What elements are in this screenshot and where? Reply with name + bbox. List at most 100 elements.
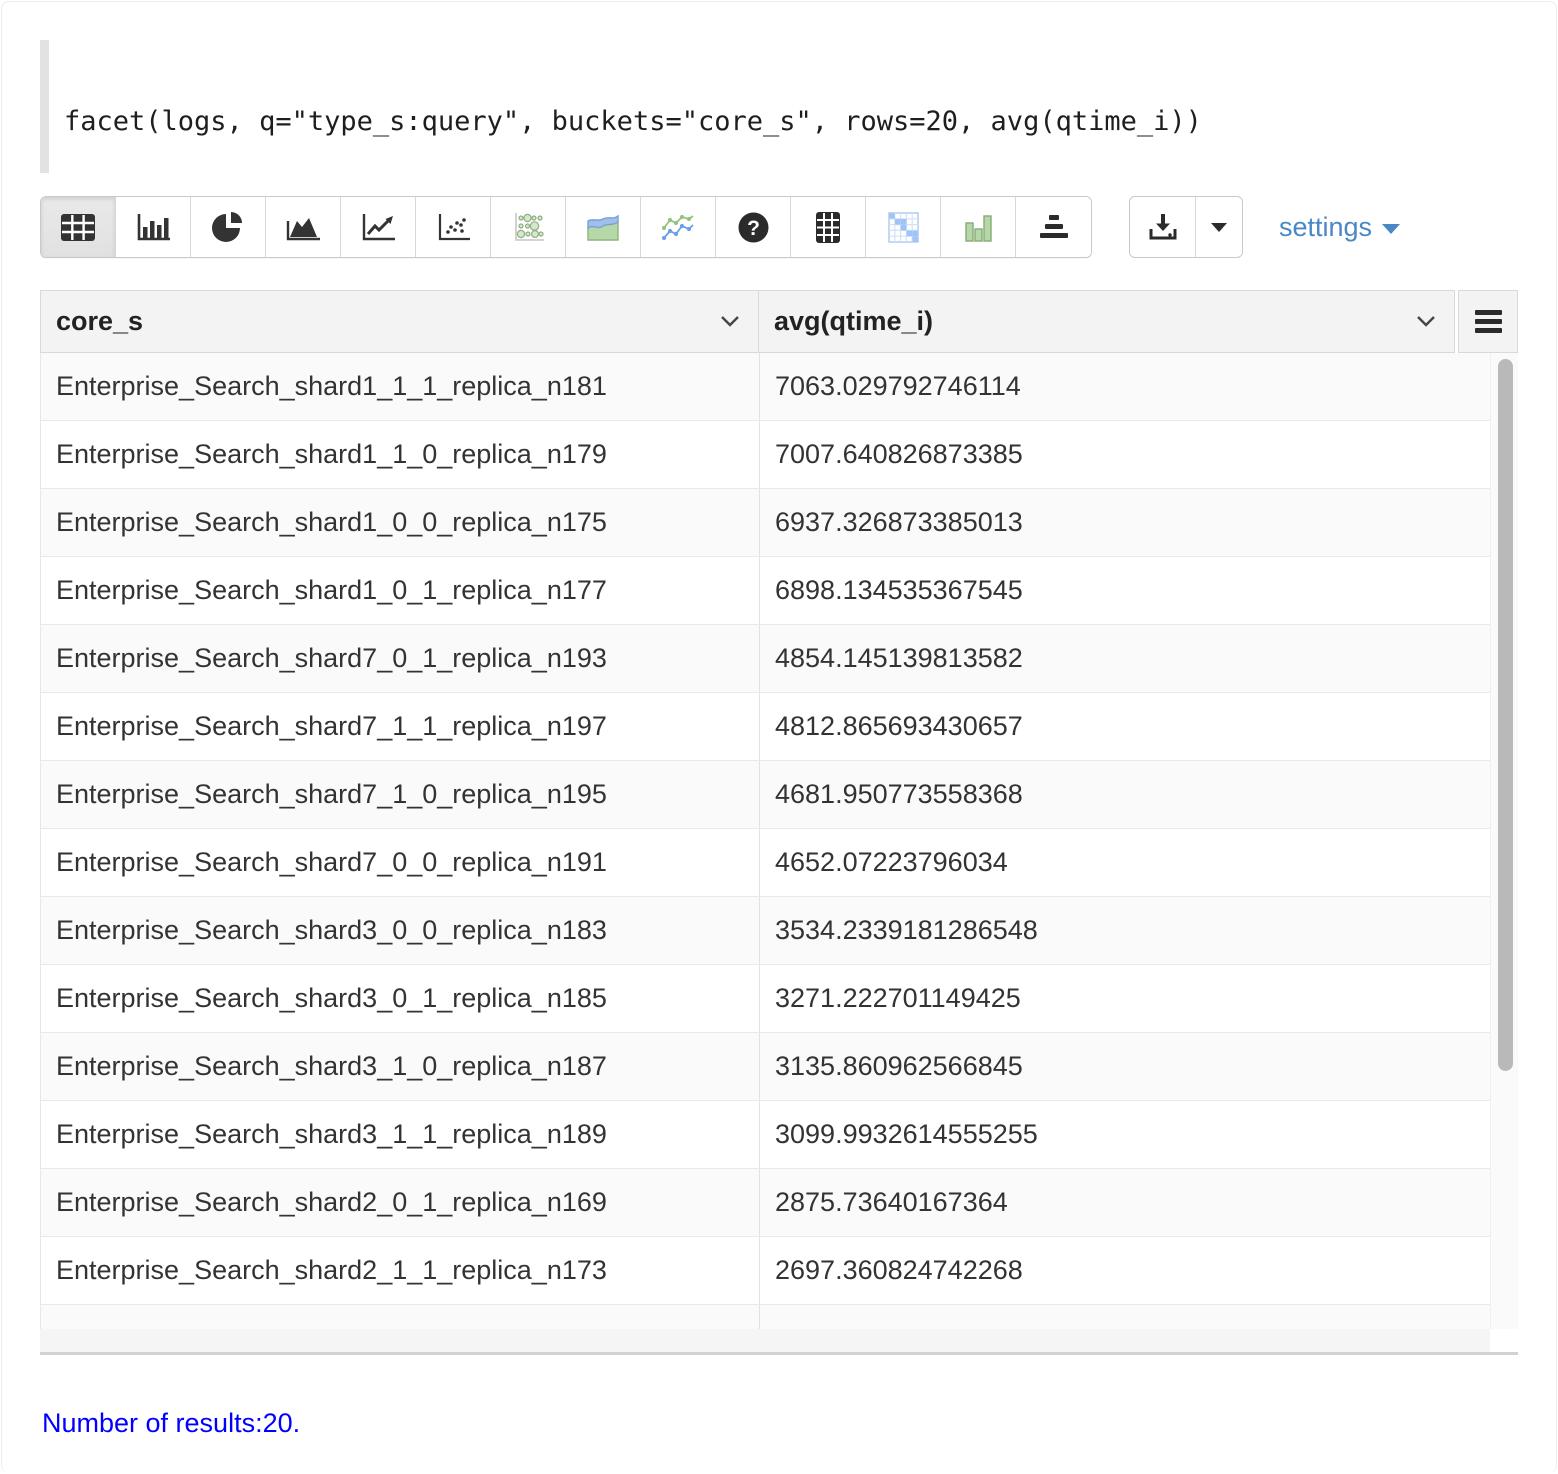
pyramid-chart-icon (1037, 212, 1071, 242)
scatter-chart-icon (435, 212, 472, 242)
heatmap-icon (887, 211, 920, 244)
column-header-avg-qtime[interactable]: avg(qtime_i) (759, 290, 1455, 353)
pyramid-chart-button[interactable] (1016, 197, 1091, 257)
table-menu-button[interactable] (1458, 290, 1518, 353)
visualization-toolbar: ? (40, 196, 1400, 258)
table-row[interactable]: Enterprise_Search_shard7_0_0_replica_n19… (41, 829, 1490, 897)
settings-dropdown[interactable]: settings (1279, 212, 1400, 243)
cell-value: 2875.73640167364 (760, 1169, 1490, 1236)
column-header-label: avg(qtime_i) (774, 306, 933, 337)
cell-core: Enterprise_Search_shard1_0_1_replica_n17… (41, 557, 760, 624)
cell-value: 4681.950773558368 (760, 761, 1490, 828)
table-row[interactable]: Enterprise_Search_shard2_0_1_replica_n16… (41, 1169, 1490, 1237)
table-row[interactable]: Enterprise_Search_shard1_1_0_replica_n17… (41, 421, 1490, 489)
cell-core: Enterprise_Search_shard2_0_1_replica_n16… (41, 1169, 760, 1236)
cell-value: 3534.2339181286548 (760, 897, 1490, 964)
download-split-button (1129, 196, 1243, 258)
chevron-down-icon[interactable] (718, 314, 742, 329)
code-editor[interactable]: facet(logs, q="type_s:query", buckets="c… (40, 40, 1518, 173)
vertical-scrollbar-thumb[interactable] (1498, 359, 1513, 1071)
download-options-button[interactable] (1196, 197, 1242, 257)
table-row[interactable]: Enterprise_Search_shard7_0_1_replica_n19… (41, 625, 1490, 693)
stacked-area-chart-button[interactable] (566, 197, 641, 257)
caret-down-icon (1211, 223, 1227, 232)
cell-value: 4812.865693430657 (760, 693, 1490, 760)
download-icon (1147, 212, 1179, 242)
table-row[interactable]: Enterprise_Search_shard2_1_1_replica_n17… (41, 1237, 1490, 1305)
table-row[interactable]: Enterprise_Search_shard1_1_1_replica_n18… (41, 353, 1490, 421)
stacked-area-chart-icon (585, 212, 621, 242)
results-count-text: Number of results:20. (42, 1408, 300, 1439)
table-row[interactable]: Enterprise_Search_shard7_1_1_replica_n19… (41, 693, 1490, 761)
multi-line-chart-button[interactable] (641, 197, 716, 257)
cell-value: 4652.07223796034 (760, 829, 1490, 896)
table-row[interactable]: Enterprise_Search_shard3_0_0_replica_n18… (41, 897, 1490, 965)
result-table: core_s avg(qtime_i) Enterprise_Search_sh… (40, 290, 1518, 1355)
cell-value (760, 1305, 1490, 1329)
settings-caret-icon (1382, 224, 1400, 234)
cell-core: Enterprise_Search_shard7_0_0_replica_n19… (41, 829, 760, 896)
table-body: Enterprise_Search_shard1_1_1_replica_n18… (40, 353, 1518, 1329)
chevron-down-icon[interactable] (1414, 314, 1438, 329)
cell-core: Enterprise_Search_shard1_1_0_replica_n17… (41, 421, 760, 488)
column-header-label: core_s (56, 306, 143, 337)
grid-table-button[interactable] (791, 197, 866, 257)
cell-value: 2697.360824742268 (760, 1237, 1490, 1304)
cell-core: Enterprise_Search_shard7_1_1_replica_n19… (41, 693, 760, 760)
chart-type-button-group: ? (40, 196, 1092, 258)
multi-line-chart-icon (660, 211, 696, 243)
cell-core: Enterprise_Search_shard1_1_1_replica_n18… (41, 353, 760, 420)
cell-core: Enterprise_Search_shard7_0_1_replica_n19… (41, 625, 760, 692)
column-header-core-s[interactable]: core_s (40, 290, 759, 353)
line-chart-icon (360, 212, 397, 242)
help-button[interactable]: ? (716, 197, 791, 257)
hamburger-icon (1475, 306, 1502, 337)
table-rows: Enterprise_Search_shard1_1_1_replica_n18… (41, 353, 1490, 1329)
svg-text:?: ? (747, 217, 760, 240)
cell-core: Enterprise_Search_shard1_0_0_replica_n17… (41, 489, 760, 556)
table-header: core_s avg(qtime_i) (40, 290, 1518, 353)
cell-value: 6898.134535367545 (760, 557, 1490, 624)
bubble-chart-icon (510, 211, 546, 243)
column-chart-icon (961, 211, 995, 243)
cell-core: Enterprise_Search_shard3_0_1_replica_n18… (41, 965, 760, 1032)
table-row[interactable]: Enterprise_Search_shard7_1_0_replica_n19… (41, 761, 1490, 829)
table-row[interactable]: Enterprise_Search_shard1_0_0_replica_n17… (41, 489, 1490, 557)
table-icon (60, 212, 96, 243)
code-text[interactable]: facet(logs, q="type_s:query", buckets="c… (64, 106, 1518, 137)
area-chart-button[interactable] (266, 197, 341, 257)
download-button[interactable] (1130, 197, 1196, 257)
cell-core: Enterprise_Search_shard3_0_0_replica_n18… (41, 897, 760, 964)
table-chart-button[interactable] (41, 197, 116, 257)
vertical-scrollbar-track[interactable] (1490, 353, 1518, 1329)
cell-core: Enterprise_Search_shard3_1_0_replica_n18… (41, 1033, 760, 1100)
column-chart-button[interactable] (941, 197, 1016, 257)
cell-value: 6937.326873385013 (760, 489, 1490, 556)
cell-value: 3099.9932614555255 (760, 1101, 1490, 1168)
table-row[interactable]: Enterprise_Search_shard3_0_1_replica_n18… (41, 965, 1490, 1033)
area-chart-icon (285, 212, 322, 242)
cell-value: 7063.029792746114 (760, 353, 1490, 420)
table-row[interactable]: Enterprise_Search_shard3_1_0_replica_n18… (41, 1033, 1490, 1101)
cell-value: 3271.222701149425 (760, 965, 1490, 1032)
table-row[interactable]: Enterprise_Search_shard3_1_1_replica_n18… (41, 1101, 1490, 1169)
line-chart-button[interactable] (341, 197, 416, 257)
table-row-partial (41, 1305, 1490, 1329)
settings-label: settings (1279, 212, 1372, 243)
bar-chart-icon (135, 212, 172, 242)
horizontal-scrollbar-track[interactable] (40, 1329, 1518, 1355)
pie-chart-icon (211, 211, 245, 244)
pie-chart-button[interactable] (191, 197, 266, 257)
scrollbar-corner (1490, 1329, 1518, 1352)
help-icon: ? (737, 211, 770, 244)
cell-core: Enterprise_Search_shard3_1_1_replica_n18… (41, 1101, 760, 1168)
grid-table-icon (810, 211, 846, 244)
bar-chart-button[interactable] (116, 197, 191, 257)
bubble-chart-button[interactable] (491, 197, 566, 257)
heatmap-button[interactable] (866, 197, 941, 257)
cell-core: Enterprise_Search_shard2_1_1_replica_n17… (41, 1237, 760, 1304)
scatter-chart-button[interactable] (416, 197, 491, 257)
table-row[interactable]: Enterprise_Search_shard1_0_1_replica_n17… (41, 557, 1490, 625)
cell-value: 3135.860962566845 (760, 1033, 1490, 1100)
cell-value: 4854.145139813582 (760, 625, 1490, 692)
